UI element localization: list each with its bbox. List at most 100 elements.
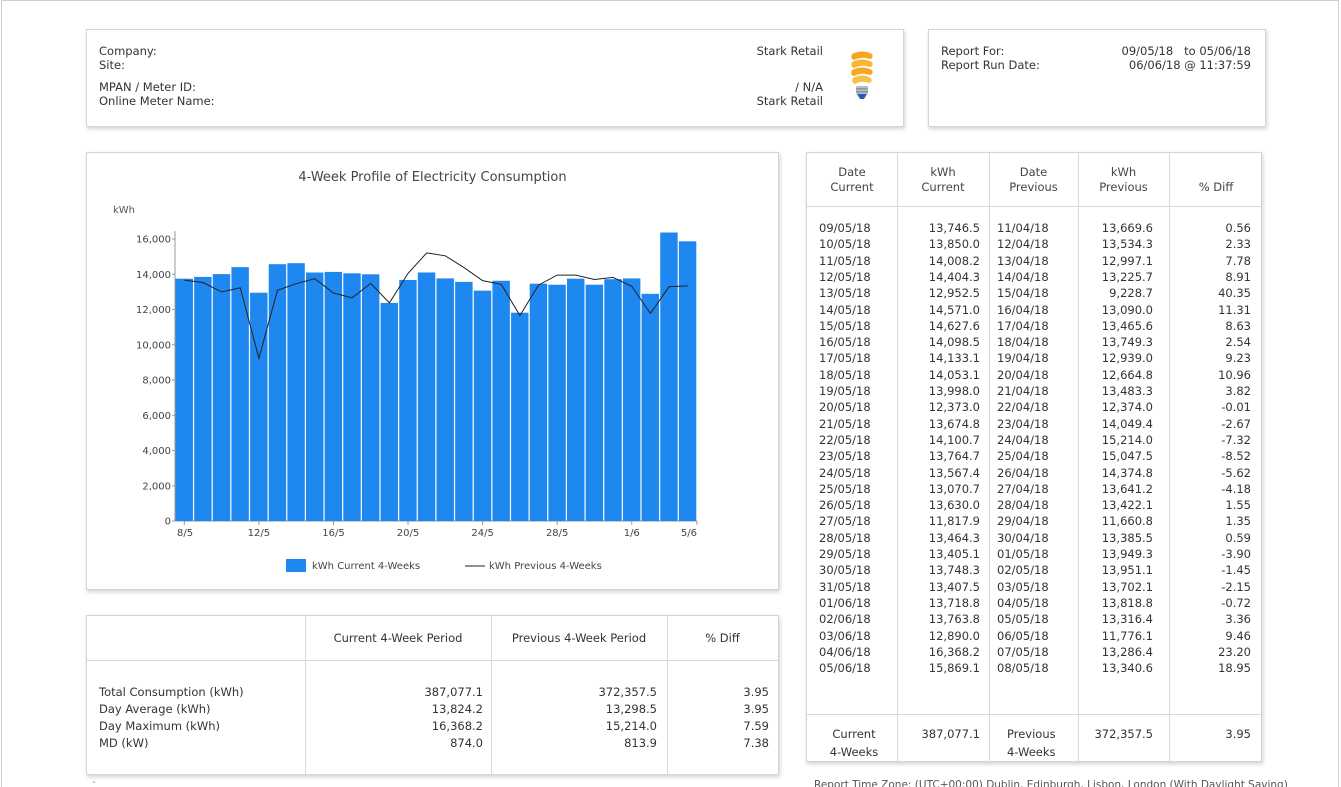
bar-current-9 <box>324 271 343 521</box>
legend-label-current: kWh Current 4-Weeks <box>312 561 420 572</box>
x-tick-label: 28/5 <box>546 528 568 539</box>
date-previous-cell: 24/04/18 <box>997 432 1049 447</box>
diff-cell: 23.20 <box>1218 644 1251 659</box>
bar-current-10 <box>343 273 361 521</box>
bar-current-26 <box>641 293 660 521</box>
kwh-previous-cell: 12,664.8 <box>1101 367 1153 382</box>
kwh-current-cell: 13,405.1 <box>928 547 980 561</box>
daily-header-diff: % Diff <box>1169 165 1263 195</box>
diff-cell: 40.35 <box>1218 286 1251 301</box>
diff-cell: 1.35 <box>1225 514 1251 529</box>
kwh-previous-cell: 13,286.4 <box>1101 644 1153 659</box>
kwh-previous-cell: 12,939.0 <box>1101 351 1153 366</box>
diff-cell: -1.45 <box>1221 563 1251 578</box>
bar-current-8 <box>306 272 324 521</box>
summary-current-value: 874.0 <box>450 736 483 750</box>
bar-current-28 <box>678 241 697 521</box>
mpan-label: MPAN / Meter ID: <box>99 80 196 94</box>
date-previous-cell: 02/05/18 <box>997 563 1049 578</box>
kwh-previous-cell: 13,949.3 <box>1101 547 1153 561</box>
date-current-cell: 02/06/18 <box>819 612 871 627</box>
bar-current-1 <box>175 278 193 521</box>
bar-current-24 <box>604 279 622 521</box>
date-previous-cell: 23/04/18 <box>997 416 1049 431</box>
kwh-previous-cell: 13,749.3 <box>1101 335 1153 350</box>
kwh-previous-cell: 13,669.6 <box>1101 221 1153 235</box>
kwh-previous-cell: 14,374.8 <box>1101 465 1153 480</box>
bar-current-3 <box>212 274 231 521</box>
site-label: Site: <box>99 58 125 72</box>
summary-row-label: Total Consumption (kWh) <box>99 685 244 699</box>
y-tick-label: 0 <box>165 517 171 528</box>
timezone-footnote: Report Time Zone: (UTC+00:00) Dublin, Ed… <box>814 779 1288 787</box>
diff-cell: -5.62 <box>1221 465 1251 480</box>
x-tick-label: 12/5 <box>248 528 270 539</box>
kwh-current-cell: 13,630.0 <box>928 498 980 513</box>
kwh-current-cell: 13,407.5 <box>928 579 980 594</box>
kwh-previous-cell: 11,776.1 <box>1101 628 1153 643</box>
bar-current-17 <box>473 290 492 521</box>
total-current-label-2: 4-Weeks <box>829 745 879 759</box>
bar-current-12 <box>380 302 399 521</box>
diff-cell: -3.90 <box>1221 547 1251 561</box>
daily-divider <box>1169 153 1170 761</box>
date-current-cell: 26/05/18 <box>819 498 871 513</box>
bar-current-23 <box>585 284 604 521</box>
legend-swatch-current <box>286 559 306 572</box>
date-current-cell: 21/05/18 <box>819 416 871 431</box>
report-run-row: Report Run Date: 06/06/18 @ 11:37:59 <box>941 58 1257 72</box>
bar-current-14 <box>417 272 436 521</box>
daily-header-line: % Diff <box>1198 180 1234 194</box>
date-previous-cell: 28/04/18 <box>997 498 1049 513</box>
kwh-previous-cell: 14,049.4 <box>1101 416 1153 431</box>
kwh-current-cell: 13,567.4 <box>928 465 980 480</box>
daily-header-line: Current <box>921 180 965 194</box>
diff-cell: 10.96 <box>1218 367 1251 382</box>
diff-cell: 18.95 <box>1218 661 1251 676</box>
kwh-current-cell: 13,763.8 <box>928 612 980 627</box>
x-tick-label: 24/5 <box>471 528 493 539</box>
kwh-previous-cell: 15,047.5 <box>1101 449 1153 464</box>
diff-cell: -4.18 <box>1221 481 1251 496</box>
bar-current-2 <box>194 276 212 521</box>
report-run-value: 06/06/18 @ 11:37:59 <box>1128 58 1251 72</box>
bar-current-4 <box>231 267 249 521</box>
date-current-cell: 19/05/18 <box>819 384 871 398</box>
date-current-cell: 13/05/18 <box>819 286 871 301</box>
date-current-cell: 17/05/18 <box>819 351 871 366</box>
bar-current-21 <box>548 284 566 521</box>
kwh-previous-cell: 13,951.1 <box>1101 563 1153 578</box>
kwh-current-cell: 15,869.1 <box>928 661 980 676</box>
date-previous-cell: 26/04/18 <box>997 465 1049 480</box>
date-previous-cell: 22/04/18 <box>997 400 1049 415</box>
daily-divider <box>989 153 990 761</box>
date-current-cell: 15/05/18 <box>819 318 871 333</box>
summary-diff-value: 7.59 <box>743 719 769 733</box>
summary-diff-value: 3.95 <box>743 702 769 716</box>
kwh-previous-cell: 13,534.3 <box>1101 237 1153 252</box>
company-label: Company: <box>99 44 157 58</box>
summary-diff-value: 3.95 <box>743 685 769 699</box>
date-current-cell: 18/05/18 <box>819 367 871 382</box>
date-previous-cell: 30/04/18 <box>997 530 1049 545</box>
summary-previous-value: 15,214.0 <box>605 719 657 733</box>
bar-current-5 <box>250 292 268 521</box>
date-current-cell: 04/06/18 <box>819 644 871 659</box>
date-current-cell: 29/05/18 <box>819 547 871 561</box>
bar-current-18 <box>492 280 510 521</box>
date-current-cell: 16/05/18 <box>819 335 871 350</box>
x-tick-label: 5/6 <box>681 528 697 539</box>
total-previous-label-2: 4-Weeks <box>1007 745 1056 759</box>
daily-header-line: kWh <box>930 165 956 179</box>
date-current-cell: 05/06/18 <box>819 661 871 676</box>
date-current-cell: 01/06/18 <box>819 595 871 610</box>
bar-current-16 <box>455 281 473 521</box>
y-tick-label: 8,000 <box>142 376 171 387</box>
kwh-current-cell: 13,070.7 <box>928 481 980 496</box>
x-tick-label: 1/6 <box>624 528 640 539</box>
date-current-cell: 30/05/18 <box>819 563 871 578</box>
date-current-cell: 27/05/18 <box>819 514 871 529</box>
total-diff: 3.95 <box>1225 727 1251 741</box>
kwh-previous-cell: 13,316.4 <box>1101 612 1153 627</box>
summary-previous-value: 813.9 <box>624 736 657 750</box>
